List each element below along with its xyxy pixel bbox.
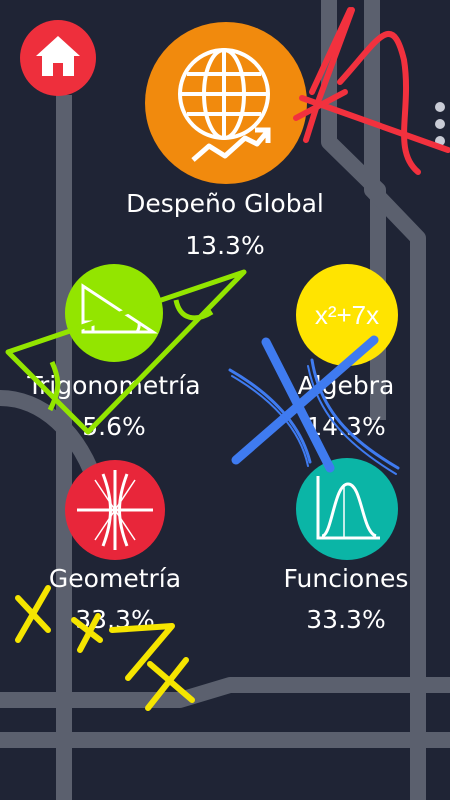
algebra-icon-text: x²+7x: [315, 300, 379, 330]
globe-growth-icon: [178, 48, 271, 162]
topic-label-algebra: Algebra: [297, 371, 395, 400]
topic-percent-geometria: 33.3%: [75, 605, 155, 634]
global-performance-label: Despeño Global: [126, 189, 324, 218]
algebra-expression-icon: x²+7x: [315, 300, 379, 330]
trigonometry-circle[interactable]: [65, 264, 163, 362]
topic-label-trigonometria: Trigonometría: [27, 371, 201, 400]
topic-percent-trigonometria: 5.6%: [82, 412, 146, 441]
global-performance-percent: 13.3%: [185, 231, 265, 260]
functions-circle[interactable]: [296, 458, 398, 560]
hyperbola-icon: [77, 470, 153, 550]
topic-percent-algebra: 14.3%: [306, 412, 386, 441]
topic-label-geometria: Geometría: [48, 564, 182, 593]
more-vert-icon[interactable]: [432, 102, 448, 162]
geometry-circle[interactable]: [65, 460, 165, 560]
home-button[interactable]: [20, 20, 96, 96]
topic-percent-funciones: 33.3%: [306, 605, 386, 634]
right-triangle-icon: [81, 283, 159, 334]
function-graph-icon: [316, 476, 380, 540]
algebra-circle[interactable]: x²+7x: [296, 264, 398, 366]
home-icon: [36, 36, 80, 76]
topic-label-funciones: Funciones: [283, 564, 409, 593]
global-performance-circle[interactable]: [145, 22, 307, 184]
